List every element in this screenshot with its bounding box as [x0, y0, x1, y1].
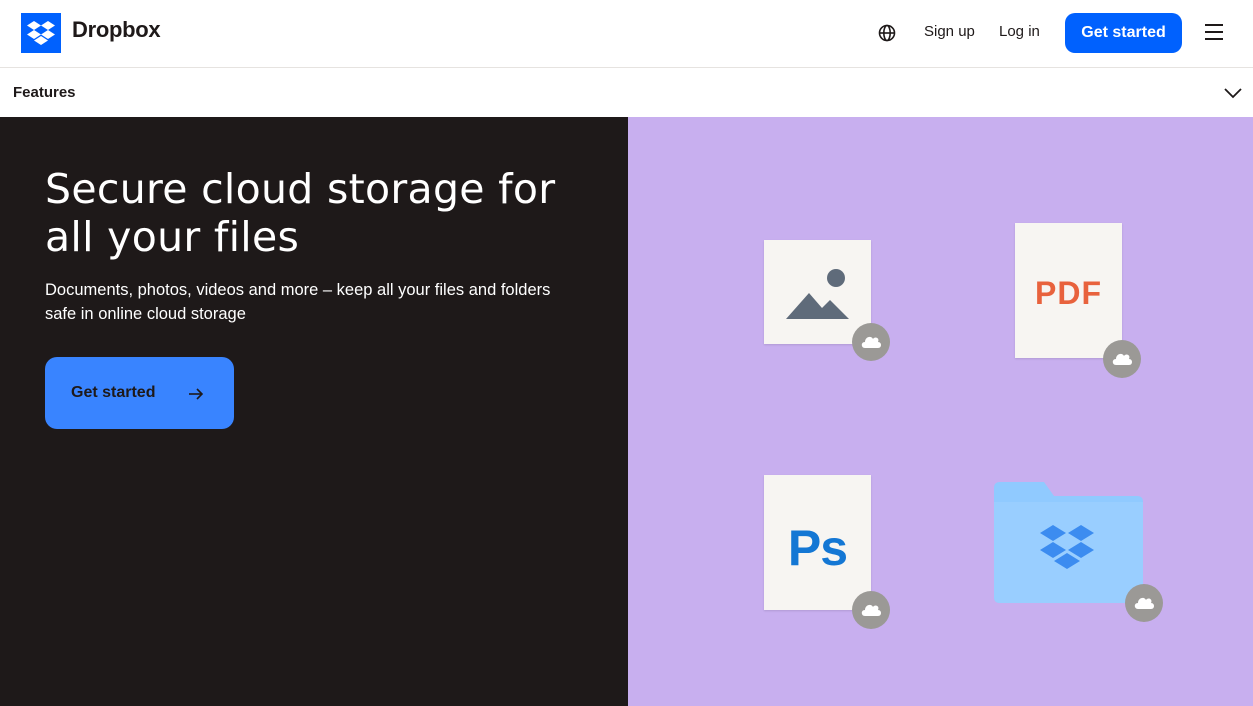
pdf-label: PDF [1035, 275, 1102, 311]
hero-get-started-button[interactable]: Get started [45, 357, 234, 429]
features-bar[interactable]: Features [0, 68, 1253, 117]
hero-title: Secure cloud storage for all your files [45, 165, 556, 261]
features-label: Features [13, 84, 76, 101]
cloud-icon [1103, 340, 1141, 378]
brand-name[interactable]: Dropbox [72, 17, 161, 43]
arrow-right-icon [187, 385, 205, 403]
login-link[interactable]: Log in [999, 23, 1040, 40]
hero-cta-label: Get started [71, 384, 156, 401]
get-started-button[interactable]: Get started [1065, 13, 1182, 53]
dropbox-logo-icon[interactable] [21, 13, 61, 53]
cloud-icon [852, 591, 890, 629]
cloud-icon [1125, 584, 1163, 622]
cloud-icon [852, 323, 890, 361]
hero-illustration: PDF Ps [628, 117, 1253, 706]
hero-panel: Secure cloud storage for all your files … [0, 117, 628, 706]
signup-link[interactable]: Sign up [924, 23, 975, 40]
globe-icon[interactable] [877, 23, 897, 43]
pdf-file-icon: PDF [1015, 223, 1122, 358]
image-file-icon [764, 240, 871, 344]
chevron-down-icon[interactable] [1224, 84, 1242, 102]
hamburger-menu-icon[interactable] [1204, 22, 1224, 42]
ps-label: Ps [787, 520, 848, 576]
photoshop-file-icon: Ps [764, 475, 871, 610]
dropbox-folder-icon [992, 480, 1145, 605]
hero-subtitle: Documents, photos, videos and more – kee… [45, 281, 551, 323]
top-header: Dropbox Sign up Log in Get started [0, 0, 1253, 68]
